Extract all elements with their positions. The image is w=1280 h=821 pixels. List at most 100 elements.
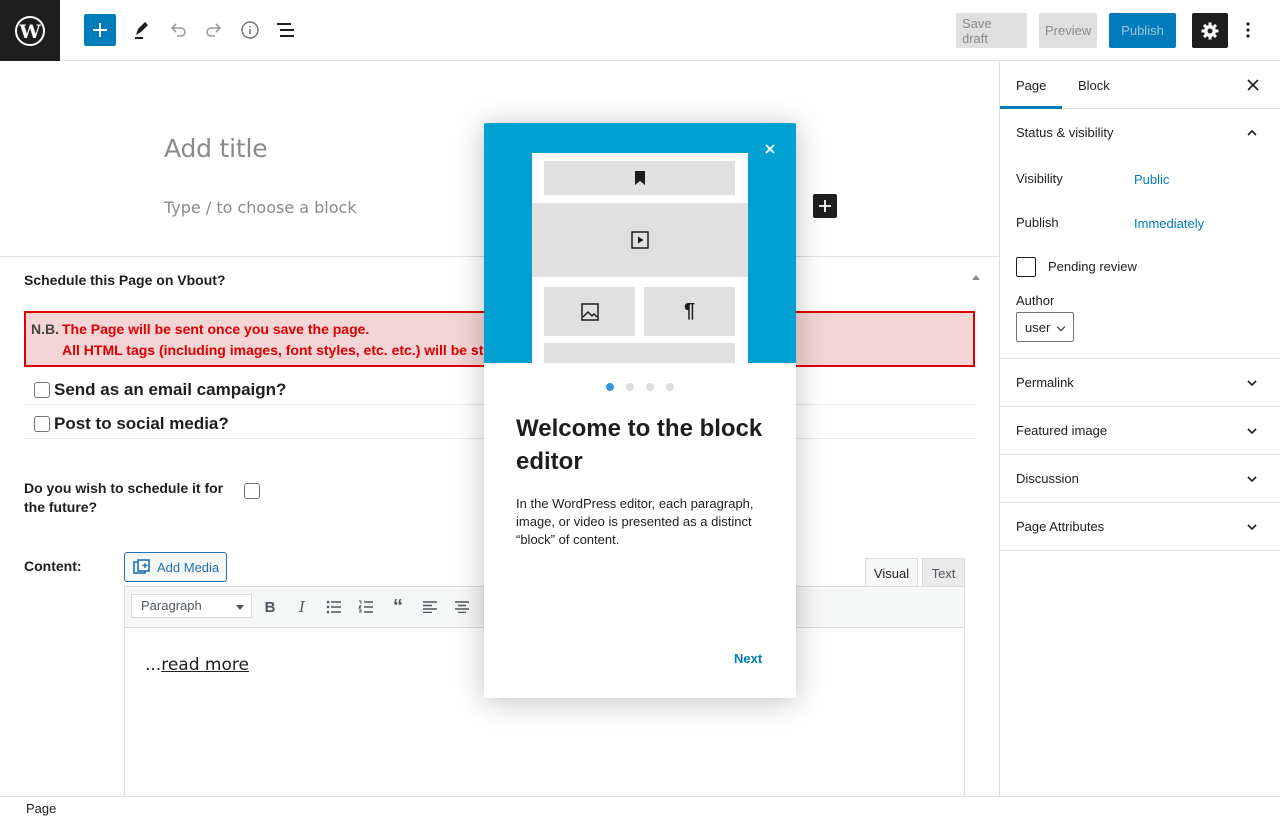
tab-visual[interactable]: Visual	[865, 558, 918, 587]
publish-label: Publish	[1016, 215, 1059, 230]
featured-image-panel[interactable]: Featured image	[1000, 407, 1280, 455]
editor-header: W Save draft Preview Publish	[0, 0, 1280, 61]
align-left-icon[interactable]	[419, 596, 441, 618]
status-visibility-title[interactable]: Status & visibility	[1016, 125, 1114, 140]
settings-button[interactable]	[1192, 13, 1228, 48]
italic-icon[interactable]: I	[291, 596, 313, 618]
plus-icon	[93, 23, 107, 37]
email-campaign-label: Send as an email campaign?	[54, 380, 287, 399]
mock-heading-block	[544, 161, 735, 195]
bold-icon[interactable]: B	[259, 596, 281, 618]
more-options-button[interactable]	[1232, 14, 1264, 46]
featured-image-title: Featured image	[1016, 423, 1108, 438]
tab-block[interactable]: Block	[1062, 61, 1126, 109]
notice-nb-label: N.B.	[31, 321, 59, 337]
media-icon	[133, 559, 150, 574]
tab-page[interactable]: Page	[1000, 61, 1063, 109]
chevron-up-icon[interactable]	[1245, 126, 1259, 140]
welcome-heading: Welcome to the block editor	[516, 415, 763, 475]
chevron-down-icon	[1247, 380, 1257, 387]
mock-extra-block	[544, 343, 735, 363]
details-button[interactable]	[234, 14, 266, 46]
kebab-menu-icon	[1246, 22, 1250, 38]
next-button[interactable]: Next	[734, 651, 762, 666]
preview-button[interactable]: Preview	[1039, 13, 1097, 48]
page-indicator	[606, 383, 674, 391]
chevron-down-icon	[1247, 476, 1257, 483]
add-block-button[interactable]	[84, 14, 116, 46]
wordpress-logo-button[interactable]: W	[0, 0, 60, 61]
bullet-list-icon[interactable]	[323, 596, 345, 618]
page-dot-4[interactable]	[666, 383, 674, 391]
undo-icon	[170, 23, 186, 37]
post-title-input[interactable]: Add title	[164, 134, 268, 163]
welcome-description: In the WordPress editor, each paragraph,…	[516, 496, 754, 547]
pending-review-label: Pending review	[1048, 259, 1137, 274]
pencil-icon	[135, 22, 148, 39]
page-attributes-panel[interactable]: Page Attributes	[1000, 503, 1280, 551]
discussion-panel[interactable]: Discussion	[1000, 455, 1280, 503]
align-center-icon[interactable]	[451, 596, 473, 618]
schedule-checkbox[interactable]	[244, 483, 260, 499]
chevron-down-icon	[1247, 428, 1257, 435]
add-media-button[interactable]: Add Media	[124, 552, 227, 582]
undo-button[interactable]	[162, 14, 194, 46]
close-icon	[765, 144, 775, 154]
tab-text[interactable]: Text	[922, 558, 965, 587]
default-block-appender[interactable]: Type / to choose a block	[164, 198, 357, 217]
format-select[interactable]: Paragraph	[131, 594, 252, 618]
numbered-list-icon[interactable]	[355, 596, 377, 618]
mock-video-block	[532, 203, 748, 277]
permalink-panel[interactable]: Permalink	[1000, 359, 1280, 407]
sidebar-tabs: Page Block	[1000, 61, 1280, 109]
permalink-title: Permalink	[1016, 375, 1074, 390]
close-sidebar-button[interactable]	[1243, 75, 1263, 95]
redo-button[interactable]	[198, 14, 230, 46]
discussion-title: Discussion	[1016, 471, 1079, 486]
list-view-button[interactable]	[270, 14, 302, 46]
page-dot-1[interactable]	[606, 383, 614, 391]
plus-icon	[819, 200, 831, 212]
info-icon	[241, 21, 259, 39]
paragraph-icon: ¶	[644, 287, 735, 336]
visibility-toggle[interactable]: Public	[1134, 172, 1169, 187]
social-media-checkbox[interactable]	[34, 416, 50, 432]
social-media-label: Post to social media?	[54, 414, 229, 433]
author-select[interactable]: user	[1016, 312, 1074, 342]
inline-add-block-button[interactable]	[813, 194, 837, 218]
pending-review-checkbox[interactable]	[1016, 257, 1036, 277]
list-view-icon	[277, 23, 294, 37]
wordpress-icon: W	[15, 15, 45, 46]
page-dot-3[interactable]	[646, 383, 654, 391]
collapse-caret-icon[interactable]	[972, 275, 980, 280]
blockquote-icon[interactable]: “	[387, 596, 409, 618]
read-more-prefix: ...	[145, 655, 162, 675]
video-icon	[631, 231, 649, 249]
chevron-down-icon	[1247, 524, 1257, 531]
block-breadcrumb-footer: Page	[0, 796, 1280, 821]
bookmark-icon	[634, 171, 645, 185]
visibility-label: Visibility	[1016, 171, 1063, 186]
read-more-tag: ...read more	[145, 655, 249, 675]
read-more-link[interactable]: read more	[161, 655, 249, 675]
redo-icon	[206, 23, 222, 37]
close-modal-button[interactable]	[760, 139, 780, 159]
image-icon	[580, 302, 599, 321]
schedule-question: Do you wish to schedule it for the futur…	[24, 480, 224, 515]
save-draft-button[interactable]: Save draft	[956, 13, 1027, 48]
welcome-guide-modal: ¶ Welcome to the block editor In the Wor…	[484, 123, 796, 698]
notice-line-2: All HTML tags (including images, font st…	[62, 342, 484, 358]
status-visibility-panel: Status & visibility Visibility Public Pu…	[1000, 109, 1280, 359]
publish-button[interactable]: Publish	[1109, 13, 1176, 48]
breadcrumb-page[interactable]: Page	[26, 801, 56, 816]
author-label: Author	[1016, 293, 1055, 308]
email-campaign-checkbox[interactable]	[34, 382, 50, 398]
mock-image-block	[544, 287, 635, 336]
page-attributes-title: Page Attributes	[1016, 519, 1105, 534]
publish-date-toggle[interactable]: Immediately	[1134, 216, 1204, 231]
metabox-title: Schedule this Page on Vbout?	[24, 272, 226, 288]
tools-button[interactable]	[126, 14, 158, 46]
page-dot-2[interactable]	[626, 383, 634, 391]
editor-mockup: ¶	[532, 153, 748, 363]
welcome-illustration: ¶	[484, 123, 796, 363]
